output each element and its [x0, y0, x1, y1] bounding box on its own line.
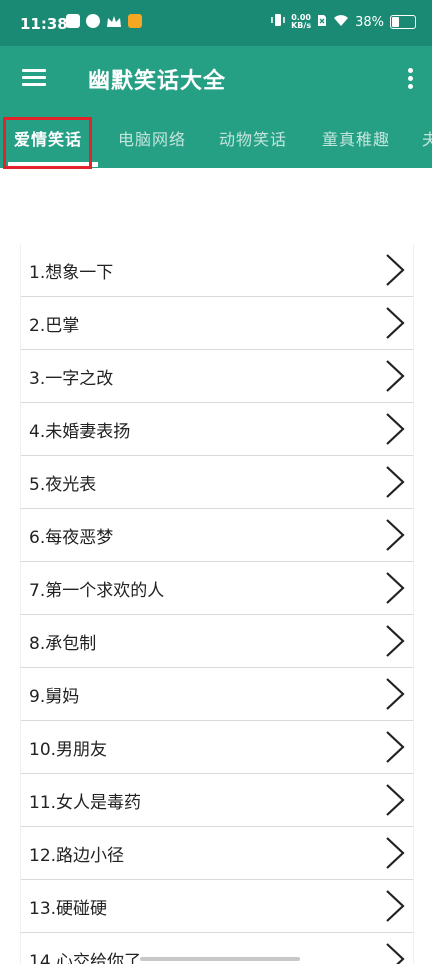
list-item-title: 11.女人是毒药	[29, 793, 142, 813]
more-vert-icon-dot	[408, 84, 413, 89]
list-item[interactable]: 10.男朋友	[21, 721, 413, 774]
gallery-icon	[66, 14, 80, 28]
chevron-right-icon	[386, 254, 405, 286]
list-item[interactable]: 1.想象一下	[21, 244, 413, 297]
menu-icon-line	[22, 76, 46, 79]
notification-icons	[66, 14, 142, 28]
chevron-right-icon	[386, 890, 405, 922]
list-item-title: 9.舅妈	[29, 687, 80, 707]
net-speed-unit: KB/s	[291, 21, 312, 30]
list-item-title: 3.一字之改	[29, 369, 114, 389]
chevron-right-icon	[386, 360, 405, 392]
list-item[interactable]: 9.舅妈	[21, 668, 413, 721]
chevron-right-icon	[386, 678, 405, 710]
more-vert-icon-dot	[408, 76, 413, 81]
joke-list: 1.想象一下 2.巴掌 3.一字之改 4.未婚妻表扬 5.夜光表 6.每夜恶梦 …	[20, 244, 414, 964]
chevron-right-icon	[386, 784, 405, 816]
tab-computer-network[interactable]: 电脑网络	[118, 110, 186, 168]
list-item[interactable]: 11.女人是毒药	[21, 774, 413, 827]
tab-childlike-fun[interactable]: 童真稚趣	[322, 110, 390, 168]
list-item-title: 10.男朋友	[29, 740, 108, 760]
more-options-button[interactable]	[402, 64, 418, 92]
status-time: 11:38	[20, 15, 68, 33]
list-item-title: 14.心交给你了	[29, 952, 142, 964]
app-bar: 幽默笑话大全	[0, 46, 432, 110]
sim-icon	[317, 14, 327, 31]
more-vert-icon	[408, 68, 413, 73]
chevron-right-icon	[386, 413, 405, 445]
list-item[interactable]: 5.夜光表	[21, 456, 413, 509]
chevron-right-icon	[386, 943, 405, 964]
list-item-title: 8.承包制	[29, 634, 97, 654]
menu-icon	[22, 69, 46, 72]
battery-icon	[390, 15, 416, 29]
app-title: 幽默笑话大全	[88, 69, 227, 94]
list-item[interactable]: 3.一字之改	[21, 350, 413, 403]
status-bar: 11:38 0.00 KB/s 38%	[0, 0, 432, 46]
wifi-icon	[333, 14, 349, 31]
list-item-title: 6.每夜恶梦	[29, 528, 114, 548]
list-item[interactable]: 13.硬碰硬	[21, 880, 413, 933]
vibrate-icon	[271, 13, 285, 31]
list-item[interactable]: 8.承包制	[21, 615, 413, 668]
chevron-right-icon	[386, 466, 405, 498]
chevron-right-icon	[386, 519, 405, 551]
list-item-title: 2.巴掌	[29, 316, 80, 336]
chevron-right-icon	[386, 837, 405, 869]
list-item-title: 5.夜光表	[29, 475, 97, 495]
list-item[interactable]: 12.路边小径	[21, 827, 413, 880]
tab-animal-jokes[interactable]: 动物笑话	[219, 110, 287, 168]
app-notification-icon	[86, 14, 100, 28]
battery-level	[392, 17, 399, 27]
menu-icon-line	[22, 83, 46, 86]
list-item-title: 4.未婚妻表扬	[29, 422, 131, 442]
list-item-title: 7.第一个求欢的人	[29, 581, 165, 601]
battery-percent: 38%	[355, 14, 384, 30]
list-item-title: 12.路边小径	[29, 846, 125, 866]
home-indicator[interactable]	[140, 957, 300, 961]
crown-icon	[106, 14, 122, 28]
list-item-title: 13.硬碰硬	[29, 899, 108, 919]
chevron-right-icon	[386, 731, 405, 763]
list-item[interactable]: 4.未婚妻表扬	[21, 403, 413, 456]
chevron-right-icon	[386, 307, 405, 339]
list-item[interactable]: 2.巴掌	[21, 297, 413, 350]
list-item-title: 1.想象一下	[29, 263, 114, 283]
menu-button[interactable]	[14, 62, 54, 94]
list-item[interactable]: 7.第一个求欢的人	[21, 562, 413, 615]
list-item[interactable]: 6.每夜恶梦	[21, 509, 413, 562]
game-app-icon	[128, 14, 142, 28]
chevron-right-icon	[386, 572, 405, 604]
tab-next-partial[interactable]: 夫	[422, 110, 432, 168]
selected-tab-highlight	[3, 117, 92, 169]
chevron-right-icon	[386, 625, 405, 657]
net-speed: 0.00 KB/s	[291, 14, 311, 30]
